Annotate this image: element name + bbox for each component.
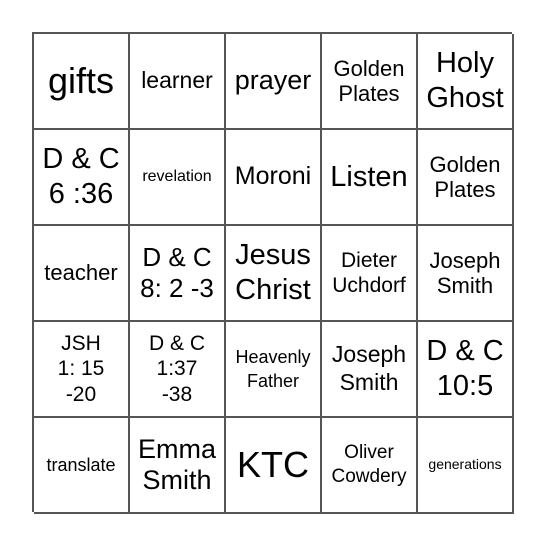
bingo-cell[interactable]: D & C 8: 2 -3 [130, 226, 226, 322]
bingo-cell[interactable]: generations [418, 418, 514, 514]
bingo-cell[interactable]: gifts [34, 34, 130, 130]
bingo-cell[interactable]: revelation [130, 130, 226, 226]
bingo-cell[interactable]: Moroni [226, 130, 322, 226]
bingo-board: gifts learner prayer Golden Plates Holy … [32, 32, 514, 514]
bingo-cell[interactable]: D & C 10:5 [418, 322, 514, 418]
bingo-cell[interactable]: KTC [226, 418, 322, 514]
bingo-cell[interactable]: Heavenly Father [226, 322, 322, 418]
bingo-cell[interactable]: prayer [226, 34, 322, 130]
bingo-cell[interactable]: learner [130, 34, 226, 130]
bingo-cell[interactable]: D & C 1:37 -38 [130, 322, 226, 418]
bingo-cell[interactable]: JSH 1: 15 -20 [34, 322, 130, 418]
bingo-cell[interactable]: translate [34, 418, 130, 514]
bingo-cell[interactable]: Jesus Christ [226, 226, 322, 322]
bingo-cell[interactable]: Dieter Uchdorf [322, 226, 418, 322]
bingo-cell[interactable]: Oliver Cowdery [322, 418, 418, 514]
bingo-cell[interactable]: teacher [34, 226, 130, 322]
bingo-cell[interactable]: Golden Plates [418, 130, 514, 226]
bingo-cell[interactable]: Golden Plates [322, 34, 418, 130]
bingo-cell[interactable]: Holy Ghost [418, 34, 514, 130]
bingo-cell[interactable]: Listen [322, 130, 418, 226]
bingo-cell[interactable]: Joseph Smith [418, 226, 514, 322]
bingo-cell[interactable]: D & C 6 :36 [34, 130, 130, 226]
bingo-cell[interactable]: Joseph Smith [322, 322, 418, 418]
bingo-cell[interactable]: Emma Smith [130, 418, 226, 514]
